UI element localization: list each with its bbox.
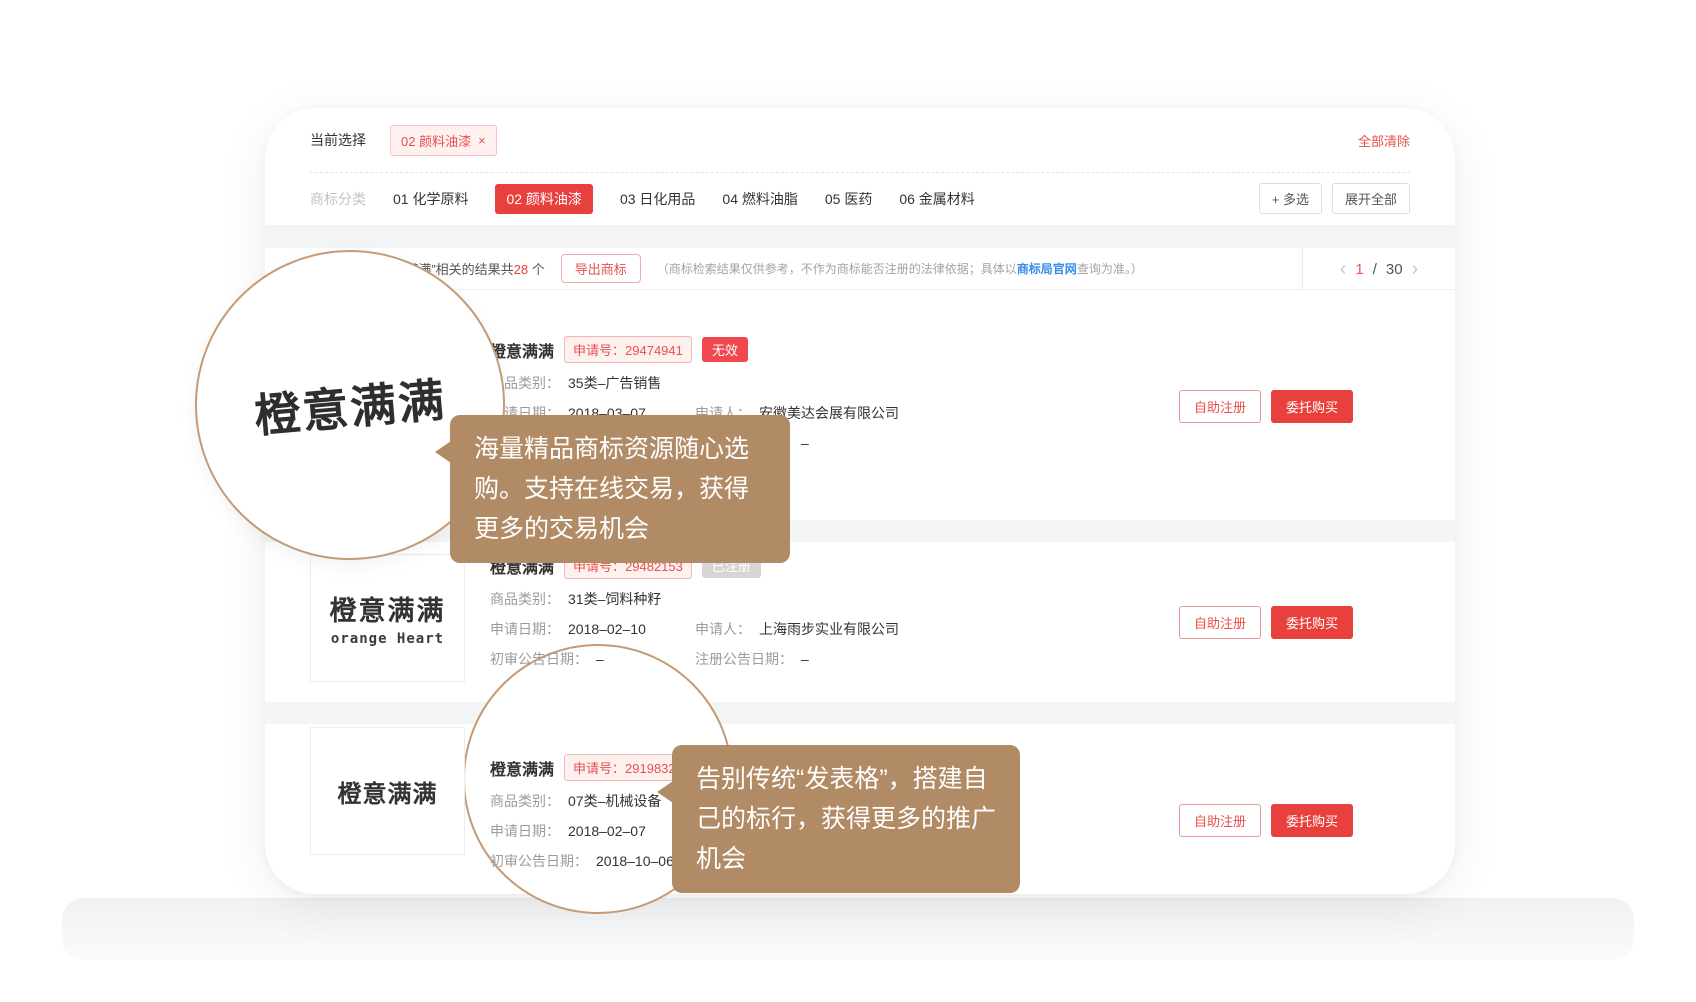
status-badge: 无效 bbox=[702, 337, 748, 362]
first-publication-label: 初审公告日期： bbox=[490, 851, 588, 871]
self-register-button[interactable]: 自助注册 bbox=[1179, 390, 1261, 423]
row-actions: 自助注册 委托购买 bbox=[1179, 390, 1353, 423]
results-count: 28 bbox=[514, 262, 528, 277]
magnified-trademark-text: 橙意满满 bbox=[251, 364, 448, 446]
disclaimer-prefix: （商标检索结果仅供参考，不作为商标能否注册的法律依据；具体以 bbox=[657, 262, 1017, 276]
category-item-03[interactable]: 03 日化用品 bbox=[620, 189, 695, 209]
row-actions: 自助注册 委托购买 bbox=[1179, 606, 1353, 639]
disclaimer-suffix: 查询为准。） bbox=[1077, 262, 1143, 276]
category-label: 商品类别： bbox=[490, 589, 560, 609]
registration-publication-value: – bbox=[801, 435, 809, 451]
apply-date-value: 2018–02–07 bbox=[568, 823, 646, 839]
section-divider-strip bbox=[265, 225, 1455, 248]
category-bar-label: 商标分类 bbox=[310, 189, 366, 209]
export-trademarks-button[interactable]: 导出商标 bbox=[561, 254, 641, 283]
next-page-icon[interactable]: › bbox=[1412, 259, 1419, 279]
trademark-image-subtext: orange Heart bbox=[331, 631, 444, 647]
pagination: ‹ 1 / 30 › bbox=[1302, 248, 1455, 290]
promo-tooltip-promotion: 告别传统“发表格”，搭建自己的标行，获得更多的推广机会 bbox=[672, 745, 1020, 893]
registration-publication-label: 注册公告日期： bbox=[695, 649, 793, 669]
category-item-04[interactable]: 04 燃料油脂 bbox=[722, 189, 797, 209]
results-disclaimer: （商标检索结果仅供参考，不作为商标能否注册的法律依据；具体以商标局官网查询为准。… bbox=[657, 260, 1143, 277]
current-page: 1 bbox=[1355, 261, 1363, 278]
selected-filter-tag[interactable]: 02 颜料油漆 × bbox=[390, 125, 497, 156]
promo-tooltip-trade: 海量精品商标资源随心选购。支持在线交易，获得更多的交易机会 bbox=[450, 415, 790, 563]
trademark-office-link[interactable]: 商标局官网 bbox=[1017, 262, 1077, 276]
category-value: 07类–机械设备 bbox=[568, 791, 661, 811]
category-label: 商品类别： bbox=[490, 791, 560, 811]
close-icon[interactable]: × bbox=[478, 134, 486, 147]
results-count-unit: 个 bbox=[528, 262, 545, 277]
trademark-details: 橙意满满 申请号：29482153 已注册 商品类别：31类–饲料种籽 申请日期… bbox=[490, 552, 899, 669]
row-separator bbox=[265, 702, 1455, 724]
entrust-purchase-button[interactable]: 委托购买 bbox=[1271, 390, 1353, 423]
self-register-button[interactable]: 自助注册 bbox=[1179, 606, 1261, 639]
trademark-image[interactable]: 橙意满满 orange Heart bbox=[310, 554, 465, 682]
apply-date-label: 申请日期： bbox=[490, 619, 560, 639]
category-value: 31类–饲料种籽 bbox=[568, 589, 661, 609]
page-divider: / bbox=[1373, 261, 1377, 278]
category-item-01[interactable]: 01 化学原料 bbox=[393, 189, 468, 209]
prev-page-icon[interactable]: ‹ bbox=[1340, 259, 1347, 279]
first-publication-value: – bbox=[596, 651, 604, 667]
trademark-image-text: 橙意满满 bbox=[330, 589, 446, 628]
registration-publication-value: – bbox=[801, 651, 809, 667]
trademark-details: 橙意满满 申请号：29198321 商品类别：07类–机械设备 申请日期：201… bbox=[490, 754, 695, 871]
first-publication-label: 初审公告日期： bbox=[490, 649, 588, 669]
selected-filter-tag-label: 02 颜料油漆 bbox=[401, 131, 471, 150]
applicant-value: 上海雨步实业有限公司 bbox=[759, 619, 899, 639]
apply-date-label: 申请日期： bbox=[490, 821, 560, 841]
category-item-02-selected[interactable]: 02 颜料油漆 bbox=[495, 184, 592, 214]
application-number-tag: 申请号：29474941 bbox=[564, 336, 692, 363]
category-item-05[interactable]: 05 医药 bbox=[825, 189, 872, 209]
self-register-button[interactable]: 自助注册 bbox=[1179, 804, 1261, 837]
result-row: 橙意满满 orange Heart 橙意满满 申请号：29482153 已注册 … bbox=[265, 542, 1455, 702]
clear-all-link[interactable]: 全部清除 bbox=[1358, 131, 1410, 150]
category-actions: + 多选 展开全部 bbox=[1259, 183, 1410, 214]
expand-all-button[interactable]: 展开全部 bbox=[1332, 183, 1410, 214]
trademark-image[interactable]: 橙意满满 bbox=[310, 727, 465, 855]
applicant-label: 申请人： bbox=[695, 619, 751, 639]
row-actions: 自助注册 委托购买 bbox=[1179, 804, 1353, 837]
apply-date-value: 2018–02–10 bbox=[568, 621, 646, 637]
total-pages: 30 bbox=[1386, 261, 1403, 278]
application-number-label: 申请号： bbox=[573, 761, 625, 776]
category-value: 35类–广告销售 bbox=[568, 373, 661, 393]
trademark-name[interactable]: 橙意满满 bbox=[490, 756, 554, 780]
laptop-base-band bbox=[62, 898, 1634, 960]
trademark-image-text: 橙意满满 bbox=[338, 774, 438, 809]
application-number-label: 申请号： bbox=[573, 343, 625, 358]
multi-select-button[interactable]: + 多选 bbox=[1259, 183, 1322, 214]
entrust-purchase-button[interactable]: 委托购买 bbox=[1271, 804, 1353, 837]
current-selection-label: 当前选择 bbox=[310, 130, 366, 150]
entrust-purchase-button[interactable]: 委托购买 bbox=[1271, 606, 1353, 639]
category-bar: 商标分类 01 化学原料 02 颜料油漆 03 日化用品 04 燃料油脂 05 … bbox=[310, 172, 1410, 225]
category-item-06[interactable]: 06 金属材料 bbox=[899, 189, 974, 209]
first-publication-value: 2018–10–06 bbox=[596, 853, 674, 869]
current-selection-bar: 当前选择 02 颜料油漆 × 全部清除 bbox=[310, 108, 1410, 173]
application-number: 29474941 bbox=[625, 343, 683, 358]
trademark-name[interactable]: 橙意满满 bbox=[490, 338, 554, 362]
